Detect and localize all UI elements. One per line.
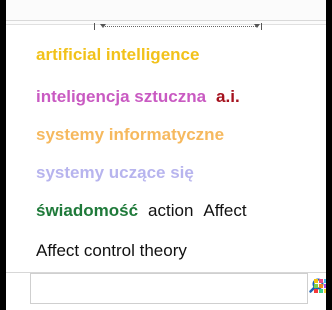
grid-cell [314, 279, 318, 283]
range-slider[interactable] [94, 23, 266, 32]
slider-track[interactable] [102, 26, 258, 27]
slider-right-handle[interactable] [254, 24, 260, 28]
search-input[interactable] [30, 273, 308, 304]
grid-cell [314, 289, 318, 293]
tag-link[interactable]: inteligencja sztuczna [36, 87, 206, 106]
top-toolbar [6, 0, 326, 25]
tag-link[interactable]: systemy informatyczne [36, 125, 224, 144]
grid-cell [319, 289, 323, 293]
slider-right-edge [261, 23, 266, 30]
grid-cell [324, 284, 326, 288]
toolbar-divider [6, 20, 326, 21]
tag-link[interactable]: a.i. [216, 87, 240, 106]
tag-cloud-panel: artificial intelligence inteligencja sztu… [6, 0, 326, 310]
tag-row: inteligencja sztuczna a.i. [36, 86, 250, 108]
tag-row: systemy informatyczne [36, 124, 234, 146]
tag-row: świadomość action Affect [36, 200, 257, 222]
search-bar [6, 272, 326, 304]
grid-view-icon[interactable] [314, 279, 326, 293]
grid-cell [319, 284, 323, 288]
tag-link[interactable]: systemy uczące się [36, 163, 194, 182]
tag-row: Affect control theory [36, 240, 197, 262]
grid-cell [319, 279, 323, 283]
tag-row: systemy uczące się [36, 162, 204, 184]
tag-link[interactable]: Affect control theory [36, 241, 187, 260]
grid-cell [324, 289, 326, 293]
tag-link[interactable]: action [148, 201, 193, 220]
grid-cell [314, 284, 318, 288]
tag-link[interactable]: Affect [203, 201, 246, 220]
grid-cell [324, 279, 326, 283]
tag-link[interactable]: świadomość [36, 201, 138, 220]
slider-left-edge [94, 23, 99, 30]
tag-link[interactable]: artificial intelligence [36, 45, 199, 64]
tag-row: artificial intelligence [36, 44, 209, 66]
